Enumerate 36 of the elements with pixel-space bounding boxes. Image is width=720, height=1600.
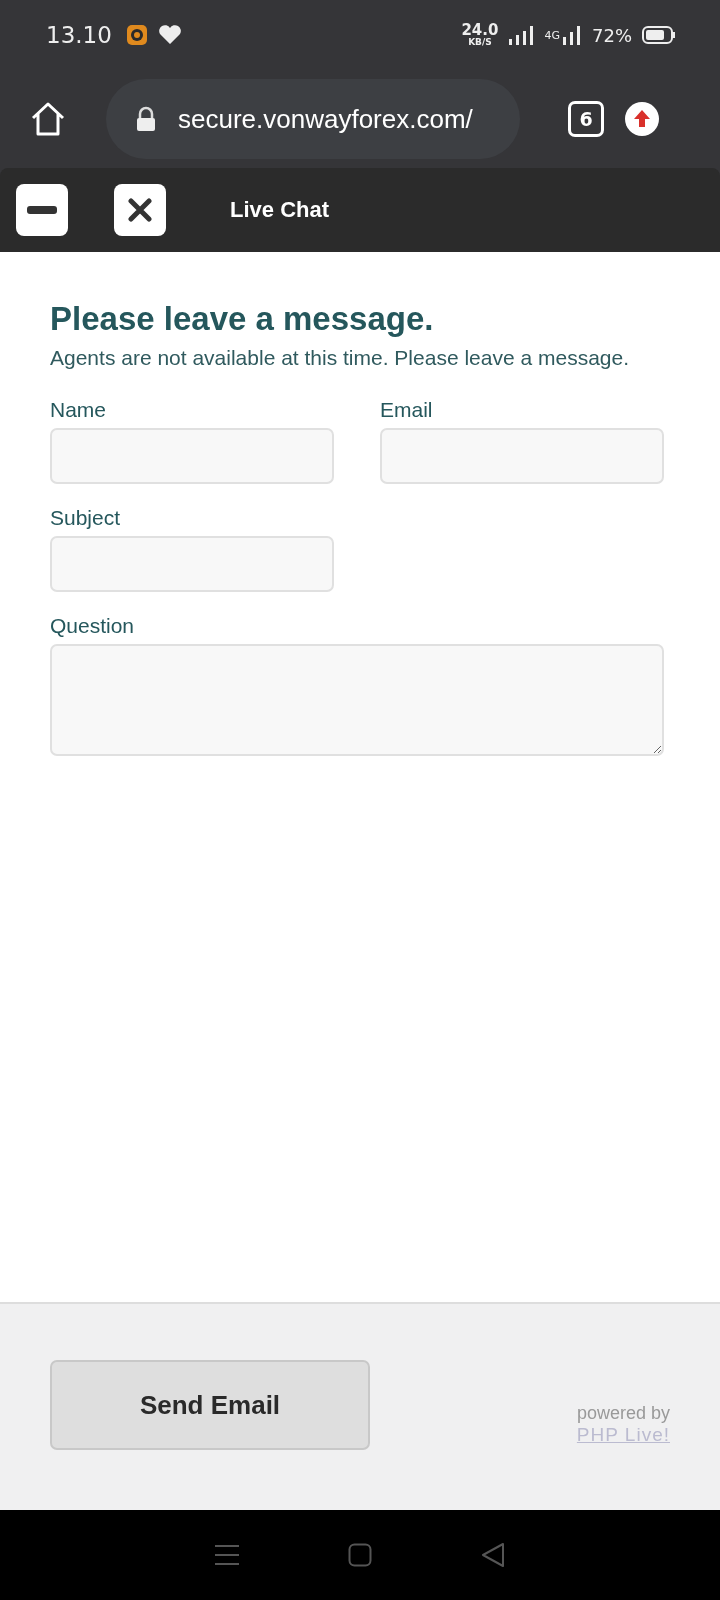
field-label: Subject (50, 506, 122, 530)
lock-icon (136, 106, 156, 132)
speed-unit: KB/S (468, 38, 492, 47)
form-heading: Please leave a message. (50, 300, 435, 338)
field-label: Question (50, 614, 136, 638)
field-label: Name (50, 398, 108, 422)
field-label: Email (380, 398, 434, 422)
speed-value: 24.0 (461, 23, 499, 38)
home-button-icon[interactable] (348, 1543, 372, 1567)
signal-icon (562, 25, 582, 45)
minimize-button[interactable] (16, 184, 68, 236)
menu-icon[interactable] (214, 1543, 240, 1567)
app-icon (125, 24, 148, 46)
question-field[interactable] (50, 644, 664, 756)
network-label: 4G (544, 28, 560, 42)
home-icon[interactable] (30, 101, 66, 137)
close-icon (128, 198, 152, 222)
signal-icon (508, 25, 535, 45)
clock: 13.10 (46, 22, 112, 48)
tab-count-button[interactable]: 6 (568, 101, 604, 137)
minimize-icon (27, 206, 57, 214)
input-field[interactable] (50, 536, 334, 592)
battery-icon (642, 26, 676, 44)
battery-percent: 72% (592, 24, 632, 46)
back-icon[interactable] (480, 1542, 506, 1568)
input-field[interactable] (380, 428, 664, 484)
intro-text: Agents are not available at this time. Please leave a message. (50, 346, 630, 370)
send-email-button[interactable]: Send Email (50, 1360, 370, 1450)
close-button[interactable] (114, 184, 166, 236)
input-field[interactable] (50, 428, 334, 484)
heart-icon (157, 25, 182, 45)
chat-title: Live Chat (230, 197, 330, 223)
url-text: secure.vonwayforex.com/ (178, 103, 473, 135)
powered-by-text: powered by (576, 1403, 670, 1424)
upload-icon[interactable] (624, 101, 660, 137)
address-bar[interactable]: secure.vonwayforex.com/ (106, 79, 520, 159)
